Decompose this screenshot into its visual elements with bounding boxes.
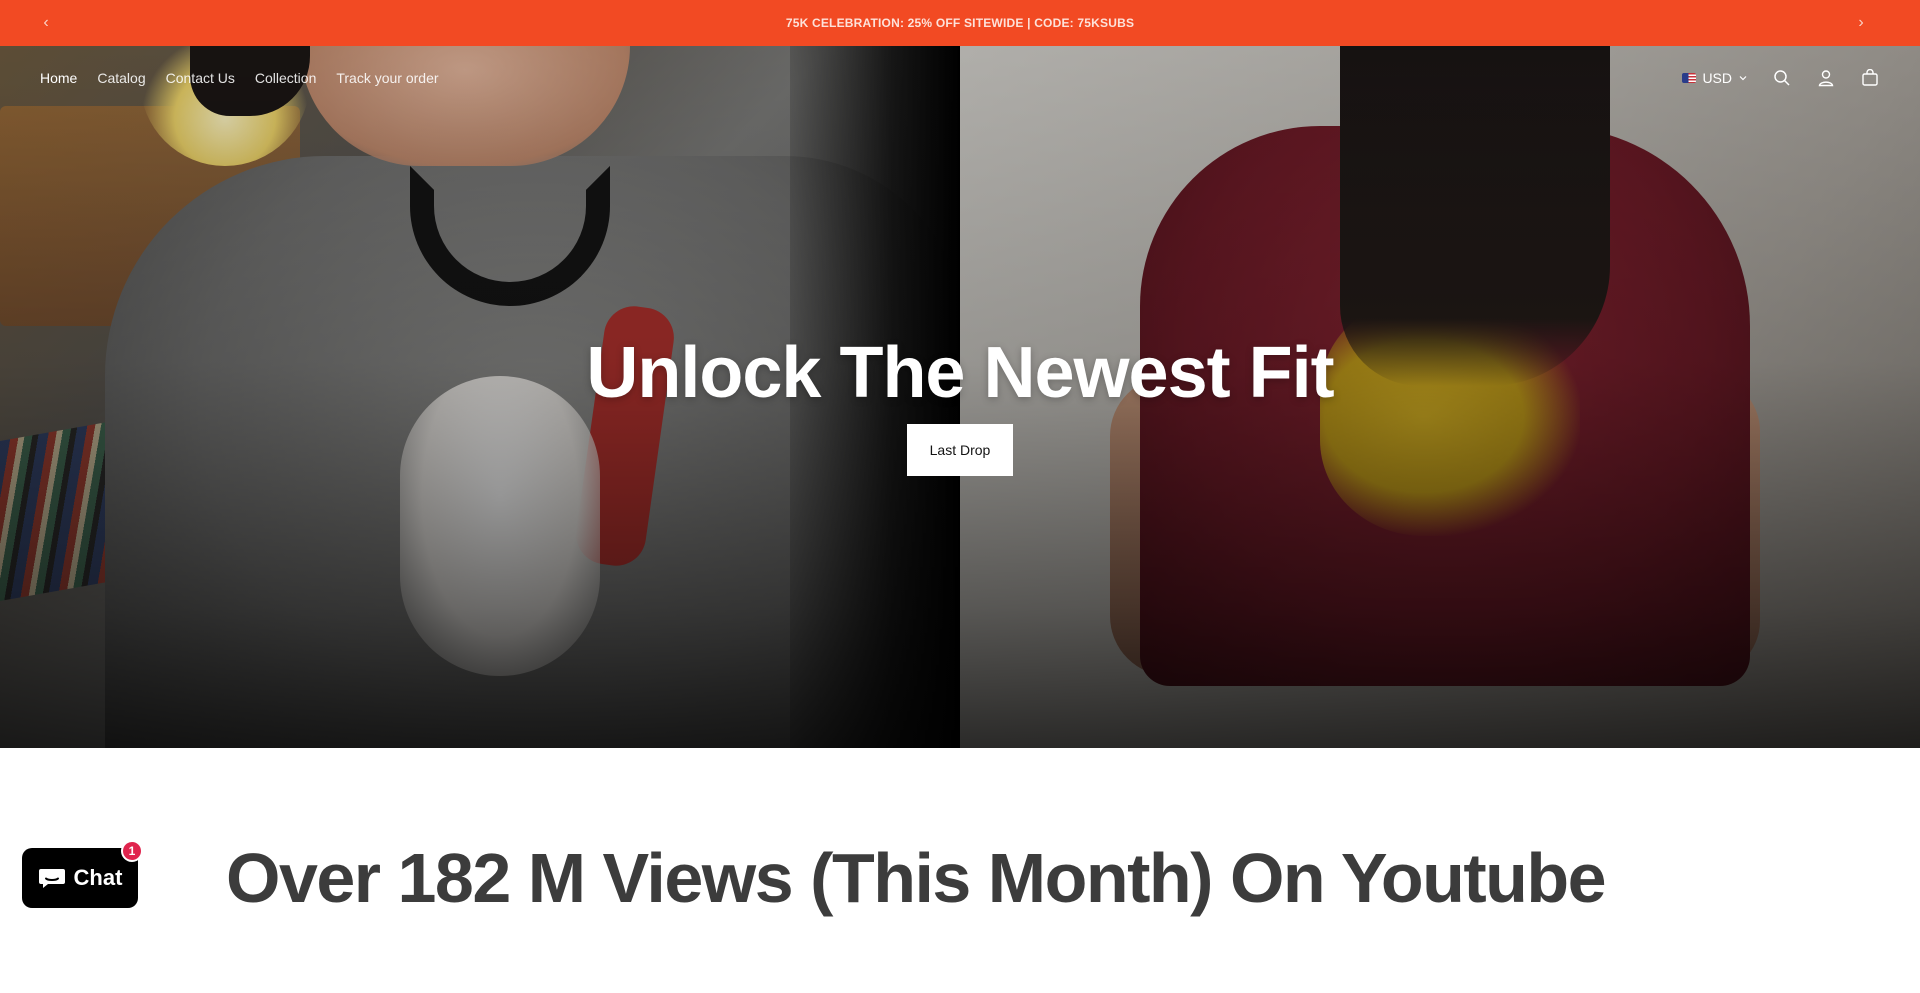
us-flag-icon — [1682, 73, 1697, 83]
chat-unread-badge: 1 — [121, 840, 143, 862]
nav-item-catalog[interactable]: Catalog — [97, 70, 145, 86]
chat-bubble-icon — [38, 869, 65, 888]
nav-item-collection[interactable]: Collection — [255, 70, 316, 86]
announcement-bar: ‹ 75K CELEBRATION: 25% OFF SITEWIDE | CO… — [0, 0, 1920, 46]
chat-button[interactable]: Chat — [22, 848, 138, 908]
cart-button[interactable] — [1860, 68, 1880, 88]
currency-selector[interactable]: USD — [1682, 70, 1748, 86]
header-tools: USD — [1682, 68, 1880, 88]
chat-label: Chat — [73, 865, 123, 890]
chevron-left-icon: ‹ — [43, 14, 49, 31]
hero-title: Unlock The Newest Fit — [586, 333, 1334, 413]
hero-content: Unlock The Newest Fit Last Drop — [0, 330, 1920, 476]
chevron-right-icon: › — [1858, 14, 1864, 31]
currency-label: USD — [1702, 70, 1732, 86]
announcement-prev-button[interactable]: ‹ — [35, 12, 57, 34]
views-heading: Over 182 M Views (This Month) On Youtube — [226, 839, 1607, 917]
last-drop-button[interactable]: Last Drop — [906, 424, 1014, 476]
announcement-next-button[interactable]: › — [1850, 12, 1872, 34]
chevron-down-icon — [1739, 76, 1747, 81]
account-icon — [1818, 70, 1834, 87]
nav-item-contact-us[interactable]: Contact Us — [166, 70, 235, 86]
cart-icon — [1862, 69, 1878, 86]
account-button[interactable] — [1816, 68, 1836, 88]
announcement-message[interactable]: 75K CELEBRATION: 25% OFF SITEWIDE | CODE… — [786, 16, 1134, 30]
site-header: Home Catalog Contact Us Collection Track… — [0, 46, 1920, 114]
nav-item-track-order[interactable]: Track your order — [336, 70, 438, 86]
search-icon — [1774, 70, 1790, 86]
search-button[interactable] — [1772, 68, 1792, 88]
nav-item-home[interactable]: Home — [40, 70, 77, 86]
main-nav: Home Catalog Contact Us Collection Track… — [40, 70, 439, 86]
